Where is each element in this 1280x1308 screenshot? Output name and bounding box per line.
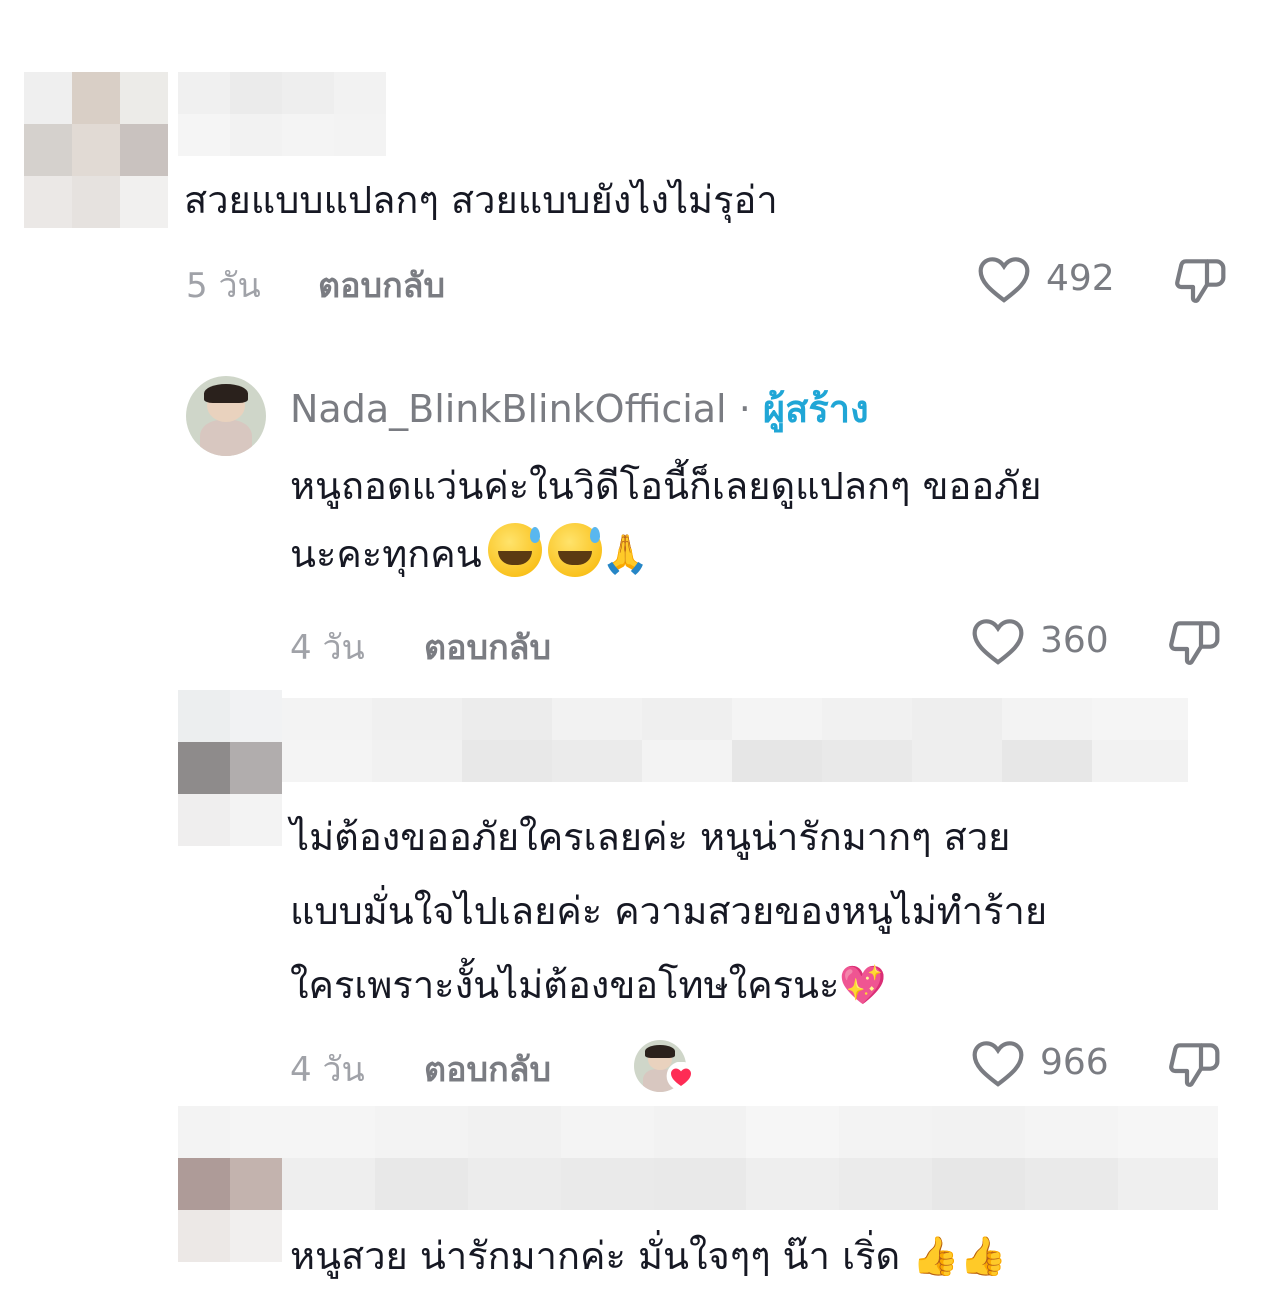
comment-time: 4 วัน	[290, 628, 365, 668]
separator-dot: ·	[738, 387, 751, 431]
sparkling-heart-emoji: 💖	[839, 963, 887, 1007]
comment-line-with-emoji: นะคะทุกคน 🙏	[290, 520, 1041, 588]
comment-text: สวยแบบแปลกๆ สวยแบบยังไงไม่รุอ่า	[184, 178, 778, 222]
avatar-hair	[203, 384, 249, 404]
username-blurred[interactable]	[178, 72, 386, 156]
comment-line: ไม่ต้องขออภัยใครเลยค่ะ หนูน่ารักมากๆ สวย	[290, 815, 1011, 859]
creator-badge: ผู้สร้าง	[762, 387, 869, 431]
like-count: 492	[1046, 257, 1115, 299]
like-button[interactable]: 360	[970, 614, 1109, 666]
reply-button[interactable]: ตอบกลับ	[424, 620, 551, 674]
like-button[interactable]: 966	[970, 1036, 1109, 1088]
folded-hands-emoji: 🙏	[601, 532, 649, 576]
sweat-smile-emoji-icon	[547, 523, 602, 577]
thumbs-up-emoji: 👍👍	[912, 1234, 1007, 1278]
like-count: 360	[1040, 619, 1109, 661]
comment-line: แบบมั่นใจไปเลยค่ะ ความสวยของหนูไม่ทำร้าย	[290, 889, 1048, 933]
heart-badge-icon	[666, 1062, 696, 1090]
username[interactable]: Nada_BlinkBlinkOfficial	[290, 387, 727, 431]
comment-text-with-emoji: หนูสวย น่ารักมากค่ะ มั่นใจๆๆ น๊า เริ่ด 👍…	[290, 1222, 1007, 1290]
heart-outline-icon	[978, 257, 1030, 303]
like-button[interactable]: 492	[976, 252, 1115, 304]
like-count: 966	[1040, 1041, 1109, 1083]
reply-button[interactable]: ตอบกลับ	[424, 1042, 551, 1096]
avatar-blurred[interactable]	[178, 690, 282, 846]
avatar-blurred[interactable]	[178, 1106, 282, 1262]
thumbs-down-outline-icon[interactable]	[1166, 614, 1222, 670]
reply-button[interactable]: ตอบกลับ	[318, 258, 445, 312]
username-blurred[interactable]	[282, 698, 1188, 782]
creator-avatar[interactable]	[186, 376, 266, 456]
comment-time: 5 วัน	[186, 266, 261, 306]
avatar-blurred[interactable]	[24, 72, 168, 228]
comment-line: ใครเพราะงั้นไม่ต้องขอโทษใครนะ	[290, 963, 840, 1007]
comment-text: ไม่ต้องขออภัยใครเลยค่ะ หนูน่ารักมากๆ สวย…	[290, 800, 1047, 1022]
comment-line: หนูสวย น่ารักมากค่ะ มั่นใจๆๆ น๊า เริ่ด	[290, 1234, 901, 1278]
comment-line: นะคะทุกคน	[290, 532, 482, 576]
comment-time: 4 วัน	[290, 1050, 365, 1090]
comment-line-with-emoji: ใครเพราะงั้นไม่ต้องขอโทษใครนะ💖	[290, 948, 1047, 1022]
comment-line: หนูถอดแว่นค่ะในวิดีโอนี้ก็เลยดูแปลกๆ ขออ…	[290, 464, 1042, 508]
thumbs-down-outline-icon[interactable]	[1172, 252, 1228, 308]
thumbs-down-outline-icon[interactable]	[1166, 1036, 1222, 1092]
heart-outline-icon	[972, 1041, 1024, 1087]
heart-outline-icon	[972, 619, 1024, 665]
username-blurred[interactable]	[282, 1106, 1218, 1210]
comment-text: หนูถอดแว่นค่ะในวิดีโอนี้ก็เลยดูแปลกๆ ขออ…	[290, 452, 1041, 588]
avatar-body	[200, 420, 252, 456]
avatar-hair	[645, 1045, 675, 1058]
creator-username-line[interactable]: Nada_BlinkBlinkOfficial · ผู้สร้าง	[290, 378, 869, 439]
sweat-smile-emoji-icon	[487, 523, 542, 577]
